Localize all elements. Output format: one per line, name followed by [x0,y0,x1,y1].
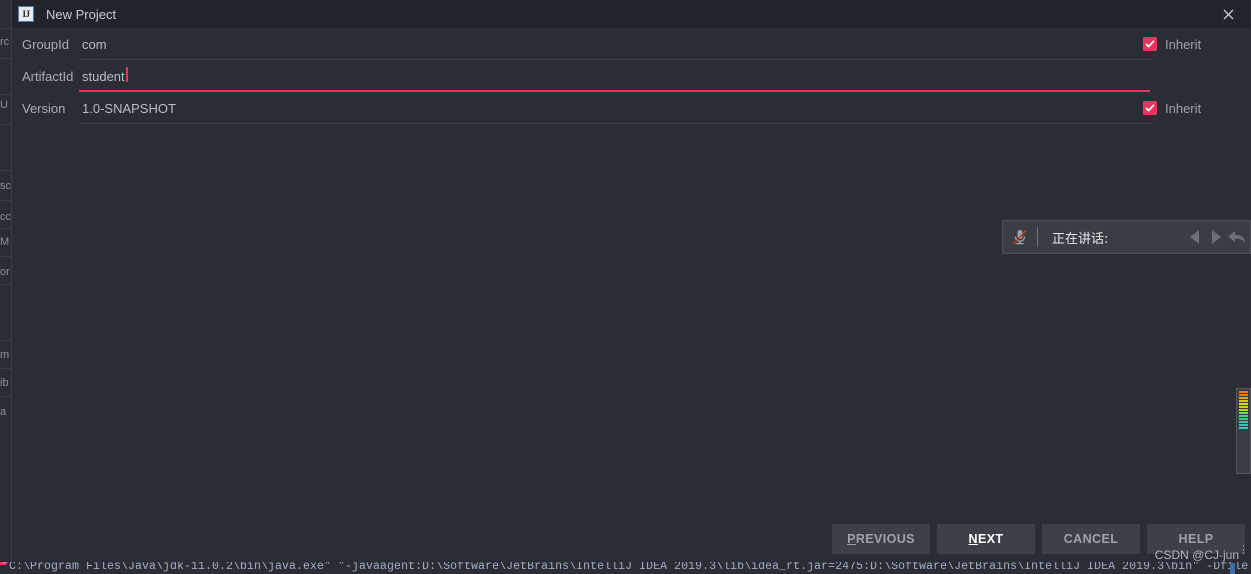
level-meter-segment [1239,400,1248,402]
right-toolbar-handle-icon[interactable]: ⋮ [1238,545,1249,556]
underlying-ide-sliver: rc Usc cc Mor m ib a [0,0,12,574]
level-meter-segment [1239,418,1248,420]
field-row-version: Version Inherit [12,92,1251,124]
level-meter-segment [1239,427,1248,429]
next-button-mnemonic: N [968,532,978,546]
version-input[interactable] [79,97,1135,119]
dialog-empty-body [12,138,1251,524]
speech-status-text: 正在讲话: [1052,231,1109,247]
next-button[interactable]: N EXT [937,524,1035,554]
previous-button-label: REVIOUS [855,532,915,546]
groupid-inherit-checkbox[interactable] [1143,37,1157,51]
groupid-inherit-group[interactable]: Inherit [1135,37,1251,52]
intellij-idea-icon: IJ [18,6,34,22]
previous-button[interactable]: P REVIOUS [832,524,930,554]
overlay-divider [1037,227,1038,247]
previous-button-mnemonic: P [847,532,856,546]
console-output-line: "C:\Program Files\Java\jdk-11.0.2\bin\ja… [0,562,1251,574]
artifactid-label: ArtifactId [22,68,74,84]
cancel-button[interactable]: CANCEL [1042,524,1140,554]
console-output-text: "C:\Program Files\Java\jdk-11.0.2\bin\ja… [2,562,1249,573]
level-meter-segment [1239,412,1248,414]
project-coordinates-form: GroupId Inherit ArtifactId [12,28,1251,138]
version-underline [79,123,1152,124]
level-meter-segment [1239,409,1248,411]
page-title: New Project [46,6,117,22]
groupid-input[interactable] [79,33,1135,55]
console-scrollbar-thumb[interactable] [1230,563,1235,574]
level-meter-segment [1239,394,1248,396]
version-inherit-group[interactable]: Inherit [1135,101,1251,116]
level-meter-segment [1239,403,1248,405]
groupid-inherit-label: Inherit [1165,36,1202,52]
speech-recognition-overlay[interactable]: 正在讲话: [1002,220,1251,254]
dialog-button-bar: P REVIOUS N EXT CANCEL HELP [12,524,1251,562]
field-row-groupid: GroupId Inherit [12,28,1251,60]
level-meter-segment [1239,397,1248,399]
version-input-wrap[interactable] [79,92,1152,124]
undo-arrow-icon[interactable] [1224,227,1250,247]
text-caret [126,67,128,82]
chevron-left-icon[interactable] [1186,227,1206,247]
artifactid-input[interactable] [79,65,1135,87]
groupid-label: GroupId [22,36,69,52]
level-meter-segment [1239,406,1248,408]
version-inherit-checkbox[interactable] [1143,101,1157,115]
new-project-dialog: IJ New Project GroupId Inherit [12,0,1251,562]
close-icon[interactable] [1205,0,1251,28]
next-button-label: EXT [977,532,1004,546]
level-meter-segment [1239,391,1248,393]
microphone-level-meter [1236,388,1251,474]
dialog-titlebar: IJ New Project [12,0,1251,28]
chevron-right-icon[interactable] [1206,227,1224,247]
csdn-watermark: CSDN @CJ-jun [1154,548,1239,562]
level-meter-segment [1239,421,1248,423]
microphone-muted-icon[interactable] [1003,227,1037,247]
groupid-input-wrap[interactable] [79,28,1152,60]
field-row-artifactid: ArtifactId Inherit [12,60,1251,92]
version-inherit-label: Inherit [1165,100,1202,116]
level-meter-segment [1239,424,1248,426]
version-label: Version [22,100,66,116]
artifactid-input-wrap[interactable] [79,60,1150,92]
level-meter-segment [1239,415,1248,417]
